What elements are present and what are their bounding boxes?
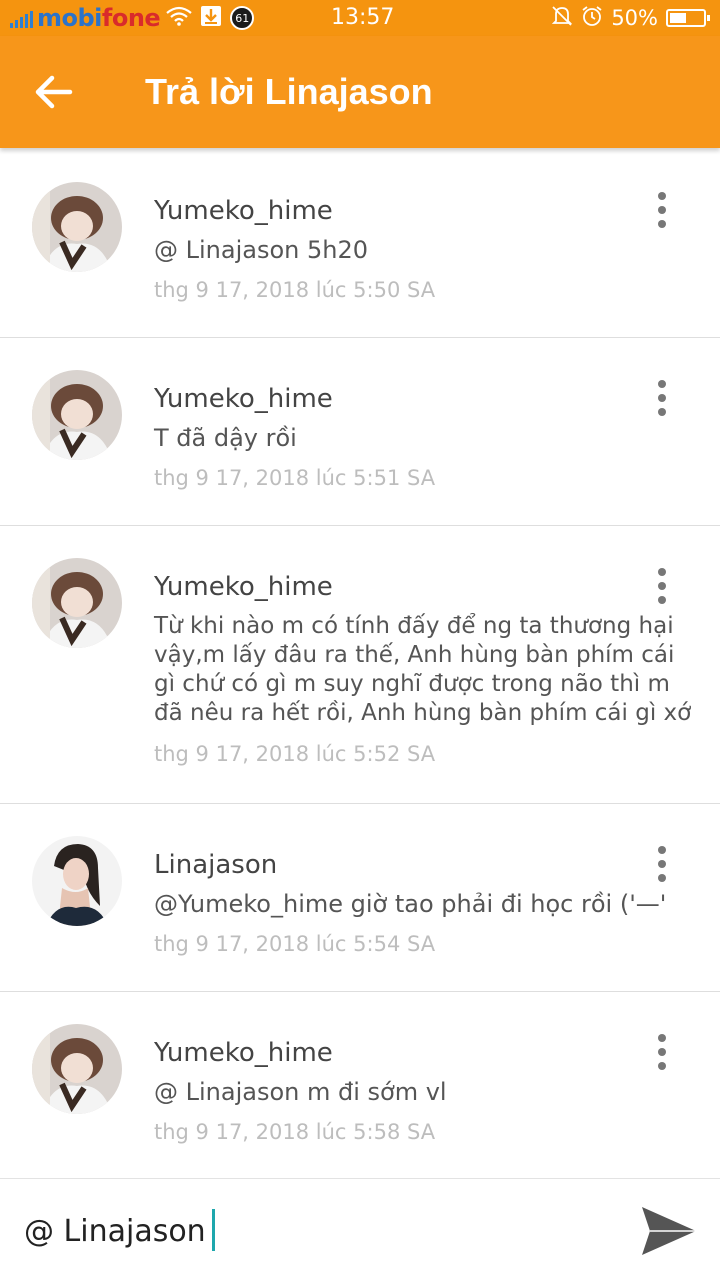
comment-author[interactable]: Yumeko_hime xyxy=(154,196,333,226)
comment-text: @ Linajason m đi sớm vl xyxy=(154,1078,447,1106)
list-item: Linajason @Yumeko_hime giờ tao phải đi h… xyxy=(0,804,720,992)
send-button[interactable] xyxy=(640,1205,698,1257)
avatar[interactable] xyxy=(32,558,122,648)
more-options-button[interactable] xyxy=(650,378,674,418)
avatar[interactable] xyxy=(32,1024,122,1114)
avatar[interactable] xyxy=(32,370,122,460)
battery-percent: 50% xyxy=(611,6,658,30)
page-title: Trả lời Linajason xyxy=(145,71,433,112)
comment-text: T đã dậy rồi xyxy=(154,424,297,452)
carrier-part-1: mobi xyxy=(37,4,102,32)
list-item: Yumeko_hime @ Linajason 5h20 thg 9 17, 2… xyxy=(0,150,720,338)
clock: 13:57 xyxy=(331,5,395,30)
text-caret xyxy=(212,1209,215,1251)
comment-author[interactable]: Yumeko_hime xyxy=(154,1038,333,1068)
notification-badge-icon: 61 xyxy=(230,6,255,30)
more-options-button[interactable] xyxy=(650,1032,674,1072)
list-item: Yumeko_hime T đã dậy rồi thg 9 17, 2018 … xyxy=(0,338,720,526)
list-item: Yumeko_hime Từ khi nào m có tính đấy để … xyxy=(0,526,720,804)
comment-author[interactable]: Linajason xyxy=(154,850,277,880)
avatar[interactable] xyxy=(32,836,122,926)
reply-bar xyxy=(0,1178,720,1280)
more-options-button[interactable] xyxy=(650,190,674,230)
comment-timestamp: thg 9 17, 2018 lúc 5:52 SA xyxy=(154,742,436,766)
comment-timestamp: thg 9 17, 2018 lúc 5:54 SA xyxy=(154,932,436,956)
reply-input[interactable] xyxy=(24,1201,614,1261)
carrier-name: mobifone xyxy=(37,4,161,32)
comment-author[interactable]: Yumeko_hime xyxy=(154,384,333,414)
signal-icon xyxy=(10,8,33,28)
comment-timestamp: thg 9 17, 2018 lúc 5:51 SA xyxy=(154,466,436,490)
more-options-button[interactable] xyxy=(650,844,674,884)
status-bar: mobifone 61 13:57 50% xyxy=(0,0,720,36)
comment-author[interactable]: Yumeko_hime xyxy=(154,572,333,602)
mute-icon xyxy=(551,5,573,31)
comment-text: @Yumeko_hime giờ tao phải đi học rồi ('—… xyxy=(154,890,667,918)
carrier-part-2: fone xyxy=(101,4,161,32)
comment-list: Yumeko_hime @ Linajason 5h20 thg 9 17, 2… xyxy=(0,150,720,1180)
alarm-icon xyxy=(581,5,603,31)
toolbar: Trả lời Linajason xyxy=(0,36,720,148)
send-icon xyxy=(642,1207,696,1255)
back-button[interactable] xyxy=(34,74,76,110)
wifi-icon xyxy=(166,6,192,30)
more-options-button[interactable] xyxy=(650,566,674,606)
download-icon xyxy=(200,5,222,31)
comment-text: Từ khi nào m có tính đấy để ng ta thương… xyxy=(154,613,692,726)
arrow-left-icon xyxy=(35,75,73,109)
battery-icon xyxy=(666,9,710,27)
comment-timestamp: thg 9 17, 2018 lúc 5:50 SA xyxy=(154,278,436,302)
avatar[interactable] xyxy=(32,182,122,272)
list-item: Yumeko_hime @ Linajason m đi sớm vl thg … xyxy=(0,992,720,1180)
comment-timestamp: thg 9 17, 2018 lúc 5:58 SA xyxy=(154,1120,436,1144)
comment-text: @ Linajason 5h20 xyxy=(154,236,369,264)
